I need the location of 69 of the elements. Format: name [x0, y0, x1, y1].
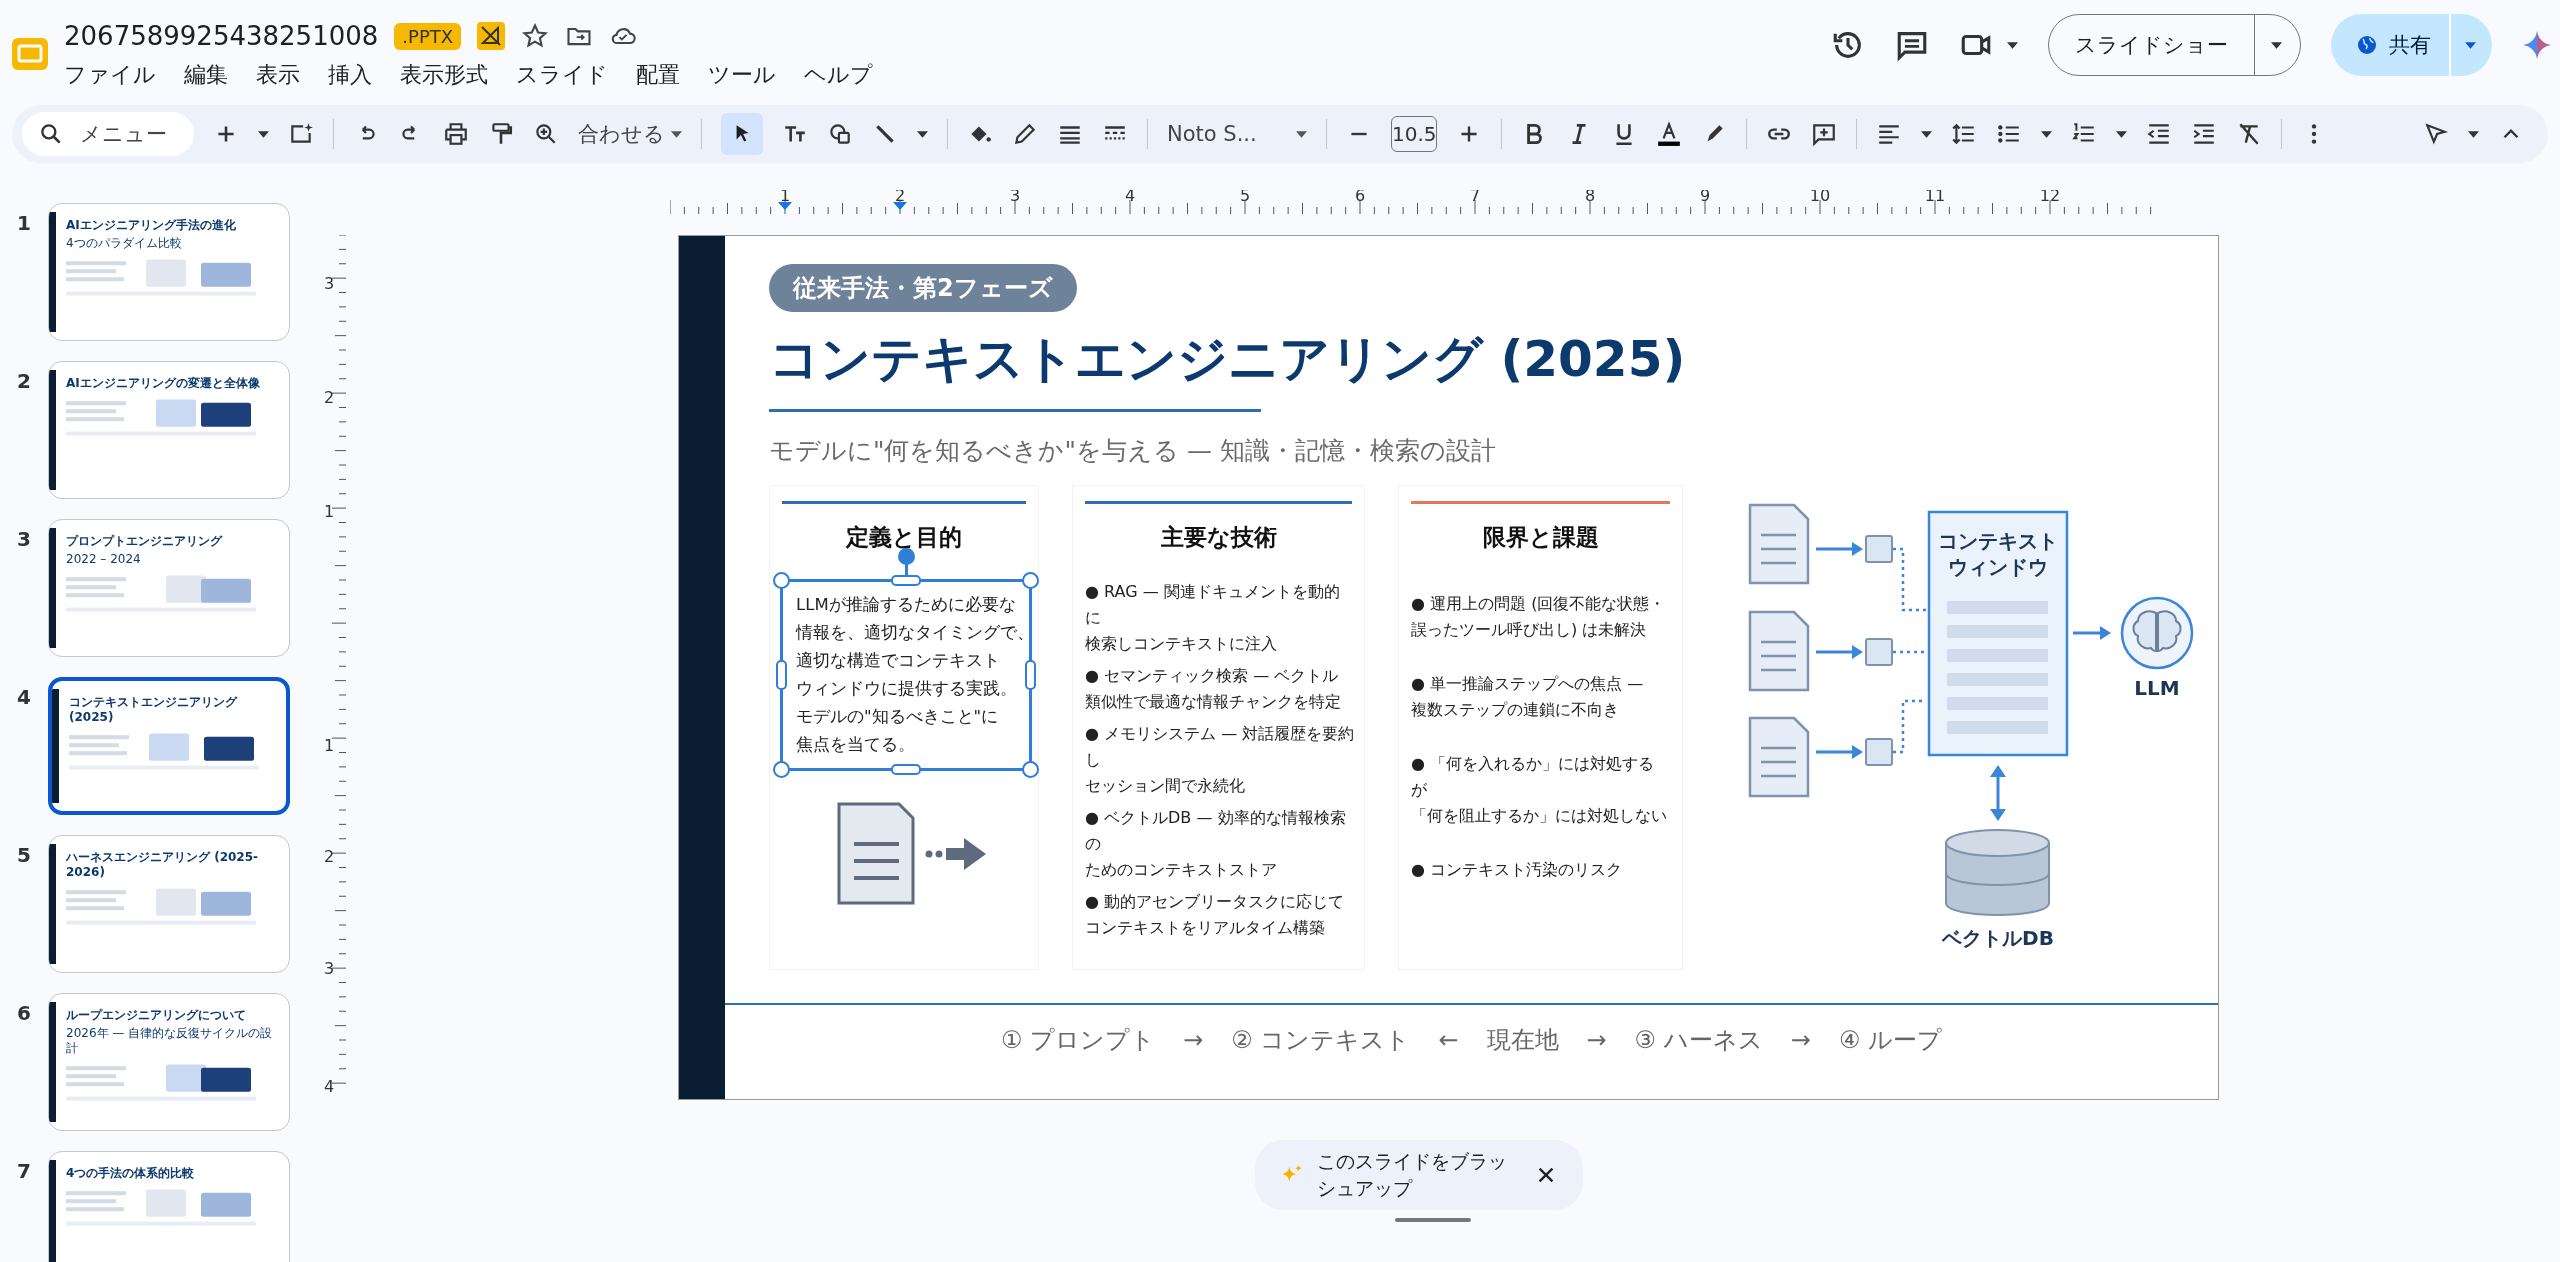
slide-number: 4: [16, 684, 32, 709]
thumbnail-title: ハーネスエンジニアリング (2025-2026): [66, 850, 260, 880]
step-label: →: [1183, 1026, 1204, 1054]
menu-item[interactable]: 表示形式: [400, 60, 488, 90]
step-label: 現在地: [1486, 1025, 1559, 1056]
step-label: ① プロンプト: [1000, 1025, 1156, 1056]
bullet-item: ● 動的アセンブリータスクに応じて コンテキストをリアルタイム構築: [1085, 891, 1346, 939]
bullet-item: ● セマンティック検索 — ベクトル 類似性で最適な情報チャンクを特定: [1085, 665, 1342, 713]
font-dropdown[interactable]: Noto S...: [1167, 122, 1307, 146]
slide-number: 7: [16, 1158, 32, 1183]
step-label: →: [1790, 1026, 1811, 1054]
step-label: ④ ループ: [1838, 1025, 1943, 1056]
file-name[interactable]: 2067589925438251008: [64, 21, 379, 51]
slide-number: 6: [16, 1000, 32, 1025]
bullet-item: ● コンテキスト汚染のリスク: [1411, 859, 1624, 881]
thumbnail-subtitle: 4つのパラダイム比較: [66, 236, 183, 251]
slide-subtitle: モデルに"何を知るべきか"を与える — 知識・記憶・検索の設計: [769, 435, 1497, 467]
vertical-ruler: 3 2 1 1 2 3 4: [322, 235, 346, 1105]
card-heading: 定義と目的: [844, 523, 963, 552]
window-label: ウィンドウ: [1948, 555, 2048, 579]
database-label: ベクトルDB: [1942, 926, 2054, 950]
bullet-item: ● RAG — 関連ドキュメントを動的 に 検索しコンテキストに注入: [1085, 581, 1341, 655]
slide-thumbnail[interactable]: ハーネスエンジニアリング (2025-2026): [48, 835, 290, 973]
zoom-dropdown[interactable]: 合わせる: [578, 120, 682, 148]
slide-thumbnail[interactable]: ループエンジニアリングについて 2026年 — 自律的な反復サイクルの設計: [48, 993, 290, 1131]
card-heading: 主要な技術: [1159, 523, 1278, 552]
thumbnail-title: コンテキストエンジニアリング (2025): [69, 695, 239, 725]
menu-item[interactable]: 表示: [256, 60, 300, 90]
bullet-item: ● メモリシステム — 対話履歴を要約 し セッション間で永続化: [1085, 723, 1352, 797]
thumbnail-title: ループエンジニアリングについて: [66, 1008, 247, 1023]
menu-item[interactable]: スライド: [516, 60, 608, 90]
step-label: ② コンテキスト: [1231, 1025, 1411, 1056]
menu-item[interactable]: ヘルプ: [804, 60, 873, 90]
bullet-item: ● 運用上の問題 (回復不能な状態・ 誤ったツール呼び出し) は未解決: [1411, 593, 1667, 641]
bullet-item: ● 「何を入れるか」には対処する が 「何を阻止するか」には対処しない: [1411, 753, 1668, 827]
slide-thumbnail[interactable]: AIエンジニアリング手法の進化 4つのパラダイム比較: [48, 203, 290, 341]
font-size-field[interactable]: 10.5: [1391, 116, 1437, 152]
menu-item[interactable]: ファイル: [64, 60, 156, 90]
step-label: ③ ハーネス: [1634, 1025, 1763, 1056]
slide-title: コンテキストエンジニアリング (2025): [769, 329, 1687, 390]
thumbnail-subtitle: 2022 – 2024: [66, 552, 142, 567]
llm-label: LLM: [2134, 676, 2180, 700]
slide-thumbnail[interactable]: プロンプトエンジニアリング 2022 – 2024: [48, 519, 290, 657]
bullet-item: ● 単一推論ステップへの焦点 — 複数ステップの連鎖に不向き: [1411, 673, 1645, 721]
slide-number: 2: [16, 368, 32, 393]
thumbnail-subtitle: 2026年 — 自律的な反復サイクルの設計: [66, 1026, 274, 1056]
slide-number: 3: [16, 526, 32, 551]
step-label: ←: [1438, 1026, 1459, 1054]
slide-number: 1: [16, 210, 32, 235]
slide-thumbnail[interactable]: コンテキストエンジニアリング (2025): [48, 677, 290, 815]
file-type-badge: .PPTX: [394, 22, 462, 50]
card-heading: 限界と課題: [1481, 523, 1600, 552]
bullet-item: ● ベクトルDB — 効率的な情報検索 の ためのコンテキストストア: [1085, 807, 1347, 881]
menu-search-field[interactable]: メニュー: [22, 112, 194, 156]
menu-item[interactable]: ツール: [708, 60, 776, 90]
slide-thumbnail[interactable]: AIエンジニアリングの変遷と全体像: [48, 361, 290, 499]
slide-number: 5: [16, 842, 32, 867]
toast-text[interactable]: このスライドをブラッ シュアップ: [1317, 1148, 1507, 1202]
window-label: コンテキスト: [1938, 529, 2058, 553]
menu-item[interactable]: 挿入: [328, 60, 372, 90]
menu-item[interactable]: 配置: [636, 60, 680, 90]
slide-thumbnail[interactable]: 4つの手法の体系的比較: [48, 1151, 290, 1262]
thumbnail-title: AIエンジニアリング手法の進化: [66, 218, 237, 233]
menu-item[interactable]: 編集: [184, 60, 228, 90]
thumbnail-title: プロンプトエンジニアリング: [66, 534, 224, 549]
step-label: →: [1586, 1026, 1607, 1054]
thumbnail-title: 4つの手法の体系的比較: [66, 1166, 196, 1181]
thumbnail-title: AIエンジニアリングの変遷と全体像: [66, 376, 261, 391]
phase-tag: 従来手法・第2フェーズ: [769, 264, 1077, 312]
